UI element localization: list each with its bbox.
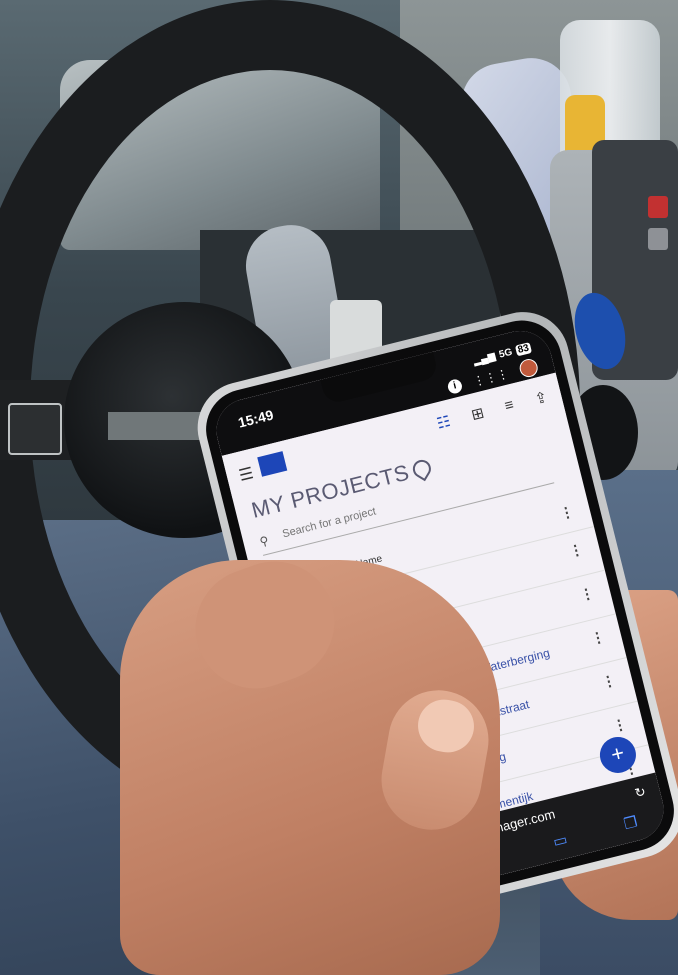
eu-flag-logo [257, 451, 288, 477]
battery-level: 83 [514, 342, 533, 357]
grey-button [648, 228, 668, 250]
info-icon[interactable]: i [446, 377, 464, 395]
tabs-icon[interactable]: ❐ [622, 813, 639, 834]
hamburger-icon[interactable]: ☰ [237, 463, 256, 486]
row-more-icon[interactable]: ⋮ [567, 541, 585, 561]
list-view-icon[interactable]: ☷ [435, 412, 452, 433]
avatar[interactable] [517, 357, 540, 379]
row-more-icon[interactable]: ⋮ [611, 715, 629, 735]
header-more-icon[interactable]: ⋮ [558, 503, 576, 523]
row-more-icon[interactable]: ⋮ [578, 584, 596, 604]
row-more-icon[interactable]: ⋮ [589, 628, 607, 648]
network-label: 5G [497, 346, 514, 361]
row-more-icon[interactable]: ⋮ [600, 672, 618, 692]
signal-icon: ▂▄▆ [472, 350, 497, 368]
share-icon[interactable]: ⇪ [533, 388, 549, 409]
filter-icon[interactable]: ≡ [503, 396, 516, 416]
bookmarks-icon[interactable]: ▭ [551, 830, 569, 851]
red-button [648, 196, 668, 218]
status-time: 15:49 [236, 406, 276, 431]
arrow-switch [8, 403, 62, 455]
location-pin-icon [409, 456, 434, 482]
grid-view-icon[interactable]: ⊞ [469, 404, 486, 424]
search-icon: ⚲ [258, 533, 271, 550]
